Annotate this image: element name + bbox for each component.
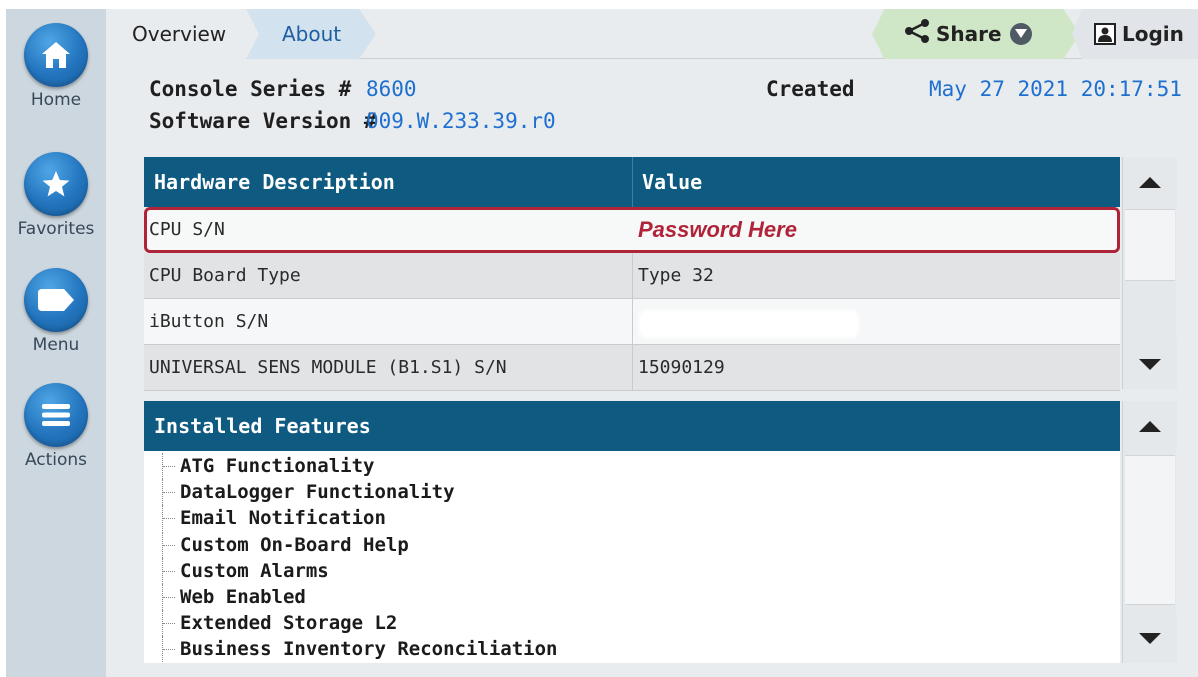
nav-menu[interactable]: Menu [6, 268, 106, 355]
list-item[interactable]: Custom Alarms [144, 557, 1120, 584]
row-description: iButton S/N [149, 311, 269, 332]
nav-actions-label: Actions [24, 450, 88, 470]
list-item[interactable]: DataLogger Functionality [144, 479, 1120, 506]
feature-label: Custom On-Board Help [180, 533, 409, 556]
console-series-label: Console Series # [149, 77, 352, 101]
nav-favorites-label: Favorites [17, 219, 95, 239]
created-label: Created [766, 77, 855, 101]
arrow-down-icon [1139, 359, 1161, 370]
software-version-label: Software Version # [149, 109, 377, 133]
arrow-up-icon [1139, 421, 1161, 432]
hardware-table-header: Hardware Description Value [144, 157, 1120, 207]
home-icon [24, 23, 88, 87]
row-description: CPU Board Type [149, 265, 301, 286]
feature-label: Business Inventory Reconciliation [180, 638, 558, 661]
feature-label: Web Enabled [180, 585, 306, 608]
top-tab-bar: Overview About Share Login [106, 9, 1198, 59]
share-icon [904, 11, 930, 60]
row-value: 15090129 [638, 357, 725, 378]
login-button[interactable]: Login [1072, 9, 1198, 59]
nav-actions[interactable]: Actions [6, 383, 106, 470]
star-icon [24, 152, 88, 216]
table-row-cpu-sn[interactable]: CPU S/N Password Here [144, 207, 1120, 253]
password-annotation: Password Here [638, 217, 797, 242]
cell-divider [632, 345, 633, 391]
list-item[interactable]: Web Enabled [144, 583, 1120, 610]
console-series-value: 8600 [366, 77, 417, 101]
nav-menu-label: Menu [32, 335, 80, 355]
share-button[interactable]: Share [872, 9, 1080, 59]
list-icon [24, 383, 88, 447]
nav-home-label: Home [30, 90, 82, 110]
feature-label: Email Notification [180, 507, 386, 530]
nav-favorites[interactable]: Favorites [6, 152, 106, 239]
scroll-up-button[interactable] [1123, 157, 1177, 207]
features-table-header: Installed Features [144, 401, 1120, 451]
feature-label: Extended Storage L2 [180, 612, 398, 635]
tag-icon [24, 268, 88, 332]
created-value: May 27 2021 20:17:51 [929, 77, 1182, 101]
header-installed-features: Installed Features [154, 414, 371, 438]
table-row-ibutton-sn[interactable]: iButton S/N [144, 299, 1120, 345]
features-list: ATG Functionality DataLogger Functionali… [144, 451, 1120, 663]
features-scrollbar[interactable] [1122, 401, 1177, 663]
tab-overview[interactable]: Overview [106, 9, 246, 59]
row-value: Type 32 [638, 265, 714, 286]
scroll-thumb[interactable] [1125, 455, 1175, 605]
scroll-thumb[interactable] [1125, 209, 1175, 281]
cell-divider [632, 253, 633, 299]
feature-label: ATG Functionality [180, 455, 375, 477]
login-label: Login [1122, 22, 1184, 46]
nav-home[interactable]: Home [6, 23, 106, 110]
list-item[interactable]: Email Notification [144, 505, 1120, 532]
list-item[interactable]: Business Inventory Reconciliation [144, 636, 1120, 663]
tab-about-label: About [282, 22, 342, 46]
row-description: UNIVERSAL SENS MODULE (B1.S1) S/N [149, 357, 507, 378]
user-icon [1094, 22, 1116, 45]
header-hardware-description: Hardware Description [154, 170, 395, 194]
table-row-universal-sens-module[interactable]: UNIVERSAL SENS MODULE (B1.S1) S/N 150901… [144, 345, 1120, 391]
scroll-up-button[interactable] [1123, 401, 1177, 451]
share-label: Share [936, 22, 1002, 46]
list-item[interactable]: ATG Functionality [144, 453, 1120, 479]
tab-overview-label: Overview [132, 22, 227, 46]
features-table: Installed Features [144, 401, 1120, 451]
software-version-value: 009.W.233.39.r0 [366, 109, 556, 133]
sidebar: Home Favorites Menu Actions [6, 9, 106, 677]
scroll-down-button[interactable] [1123, 613, 1177, 663]
header-divider [632, 157, 633, 207]
arrow-up-icon [1139, 177, 1161, 188]
list-item[interactable]: Extended Storage L2 [144, 610, 1120, 637]
hardware-table: Hardware Description Value CPU S/N Passw… [144, 157, 1120, 391]
feature-label: DataLogger Functionality [180, 481, 455, 504]
chevron-down-icon [1009, 22, 1032, 45]
tab-about[interactable]: About [246, 9, 376, 59]
arrow-down-icon [1139, 633, 1161, 644]
header-value: Value [642, 170, 703, 194]
redacted-value [642, 313, 856, 335]
feature-label: Custom Alarms [180, 559, 329, 582]
cell-divider [632, 299, 633, 345]
row-description: CPU S/N [149, 219, 225, 240]
scroll-down-button[interactable] [1123, 339, 1177, 389]
hardware-scrollbar[interactable] [1122, 157, 1177, 389]
list-item[interactable]: Custom On-Board Help [144, 531, 1120, 558]
table-row-cpu-board-type[interactable]: CPU Board Type Type 32 [144, 253, 1120, 299]
